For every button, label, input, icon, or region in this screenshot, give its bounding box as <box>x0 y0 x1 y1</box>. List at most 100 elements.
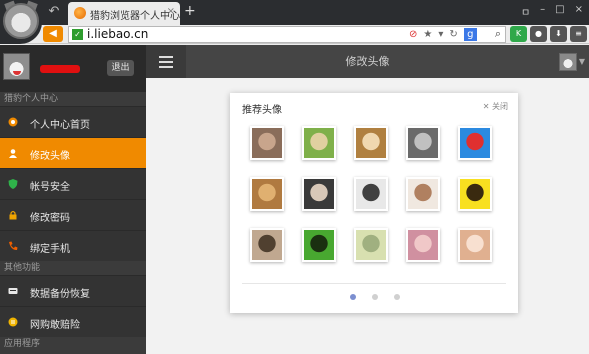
download-icon[interactable]: ⬇ <box>550 26 567 42</box>
skin-button[interactable]: ㅁ <box>521 4 530 19</box>
pagination-dots <box>230 294 518 302</box>
avatar-option[interactable] <box>354 228 388 262</box>
menu-icon[interactable]: ≡ <box>570 26 587 42</box>
logout-button[interactable]: 退出 <box>107 60 134 76</box>
avatar-option-image <box>304 128 334 158</box>
avatar-option-image <box>304 230 334 260</box>
liebao-favicon-icon <box>74 7 86 19</box>
avatar-option-image <box>408 179 438 209</box>
extension-k-icon[interactable]: K <box>510 26 527 42</box>
sidebar-item-label: 帐号安全 <box>30 182 70 193</box>
sidebar-item-security[interactable]: 帐号安全 <box>0 168 146 199</box>
url-text[interactable]: i.liebao.cn <box>87 27 148 42</box>
sidebar-item-password[interactable]: 修改密码 <box>0 199 146 230</box>
avatar-icon <box>9 149 17 158</box>
avatar-option-image <box>252 128 282 158</box>
insurance-icon <box>8 317 18 327</box>
username-redacted <box>40 65 80 73</box>
sidebar: 退出 猎豹个人中心 个人中心首页 修改头像 帐号安全 修改密码 绑定手机 其他功… <box>0 45 146 354</box>
search-engine-icon[interactable]: g <box>463 28 477 41</box>
topbar-avatar[interactable] <box>559 53 577 71</box>
avatar-option[interactable] <box>354 177 388 211</box>
avatar-mouth <box>13 71 21 75</box>
panel-title: 推荐头像 <box>242 105 282 116</box>
address-tools: ⊘ ★ ▾ ↻ g <box>409 28 477 41</box>
user-header: 退出 <box>0 45 146 92</box>
avatar-picker-panel: 推荐头像 ✕ 关闭 <box>230 93 518 313</box>
avatar-option[interactable] <box>458 126 492 160</box>
avatar-option-image <box>356 179 386 209</box>
back-button[interactable]: ◀ <box>43 26 63 42</box>
extension-lock-icon[interactable]: ● <box>530 26 547 42</box>
maximize-button[interactable]: □ <box>555 4 564 19</box>
pagination-dot[interactable] <box>372 294 378 300</box>
avatar-option[interactable] <box>302 228 336 262</box>
avatar-option[interactable] <box>250 177 284 211</box>
close-label: 关闭 <box>492 102 508 111</box>
undo-icon[interactable]: ↶ <box>45 4 63 20</box>
avatar-option[interactable] <box>302 126 336 160</box>
sidebar-item-label: 修改头像 <box>30 151 70 162</box>
avatar-option-image <box>408 230 438 260</box>
sidebar-item-phone[interactable]: 绑定手机 <box>0 230 146 261</box>
pagination-dot[interactable] <box>350 294 356 300</box>
page-title: 修改头像 <box>345 55 390 68</box>
sidebar-item-home[interactable]: 个人中心首页 <box>0 106 146 137</box>
logo-face <box>3 3 39 39</box>
sidebar-item-insurance[interactable]: 网购敢赔险 <box>0 306 146 337</box>
tab-active[interactable]: 猎豹浏览器个人中心 × <box>68 2 180 25</box>
avatar-option[interactable] <box>250 228 284 262</box>
avatar-option-image <box>304 179 334 209</box>
sidebar-item-avatar[interactable]: 修改头像 <box>0 137 146 168</box>
sidebar-item-label: 绑定手机 <box>30 244 70 255</box>
navigation-bar: ◀ ✓ i.liebao.cn ⊘ ★ ▾ ↻ g ⌕ K ● ⬇ ≡ <box>0 25 589 44</box>
minimize-button[interactable]: – <box>540 4 545 19</box>
avatar-option-image <box>356 230 386 260</box>
user-avatar[interactable] <box>3 53 30 80</box>
avatar-option[interactable] <box>458 177 492 211</box>
avatar-option[interactable] <box>354 126 388 160</box>
avatar-option[interactable] <box>406 177 440 211</box>
lock-icon <box>9 210 17 220</box>
main-content: 修改头像 ▼ 推荐头像 ✕ 关闭 <box>146 45 589 354</box>
close-window-button[interactable]: × <box>575 4 583 19</box>
avatar-option-image <box>252 230 282 260</box>
window-controls: ㅁ – □ × <box>521 4 583 19</box>
avatar-option[interactable] <box>250 126 284 160</box>
shield-icon <box>8 179 18 189</box>
sidebar-item-label: 数据备份恢复 <box>30 289 90 300</box>
new-tab-button[interactable]: + <box>184 3 196 19</box>
sidebar-item-backup[interactable]: 数据备份恢复 <box>0 275 146 306</box>
pagination-dot[interactable] <box>394 294 400 300</box>
tab-close-icon[interactable]: × <box>167 6 175 17</box>
avatar-option[interactable] <box>302 177 336 211</box>
avatar-option[interactable] <box>406 126 440 160</box>
avatar-option-image <box>356 128 386 158</box>
sidebar-item-label: 个人中心首页 <box>30 120 90 131</box>
address-bar[interactable]: ✓ i.liebao.cn ⊘ ★ ▾ ↻ g ⌕ <box>68 26 506 43</box>
section-header-apps: 应用程序 <box>0 337 146 354</box>
section-header-center: 猎豹个人中心 <box>0 92 146 106</box>
sidebar-item-label: 网购敢赔险 <box>30 320 80 331</box>
close-icon: ✕ <box>482 102 492 111</box>
backup-icon <box>8 288 18 294</box>
avatar-option[interactable] <box>458 228 492 262</box>
refresh-icon[interactable]: ↻ <box>449 28 457 41</box>
browser-logo-icon[interactable] <box>0 0 42 44</box>
search-icon[interactable]: ⌕ <box>495 27 501 41</box>
avatar-option-image <box>460 128 490 158</box>
bookmark-star-icon[interactable]: ★ <box>423 28 432 41</box>
dropdown-arrow-icon[interactable]: ▾ <box>438 28 443 41</box>
stop-icon[interactable]: ⊘ <box>409 28 417 41</box>
secure-check-icon: ✓ <box>72 29 83 40</box>
avatar-option-image <box>408 128 438 158</box>
close-button[interactable]: ✕ 关闭 <box>483 101 508 112</box>
page: 退出 猎豹个人中心 个人中心首页 修改头像 帐号安全 修改密码 绑定手机 其他功… <box>0 45 589 354</box>
home-icon <box>8 117 18 127</box>
content-topbar: 修改头像 ▼ <box>146 45 589 78</box>
avatar-option[interactable] <box>406 228 440 262</box>
avatar-option-image <box>460 230 490 260</box>
title-bar: ↶ 猎豹浏览器个人中心 × + ㅁ – □ × <box>0 0 589 25</box>
chevron-down-icon[interactable]: ▼ <box>579 57 585 66</box>
section-header-other: 其他功能 <box>0 261 146 275</box>
